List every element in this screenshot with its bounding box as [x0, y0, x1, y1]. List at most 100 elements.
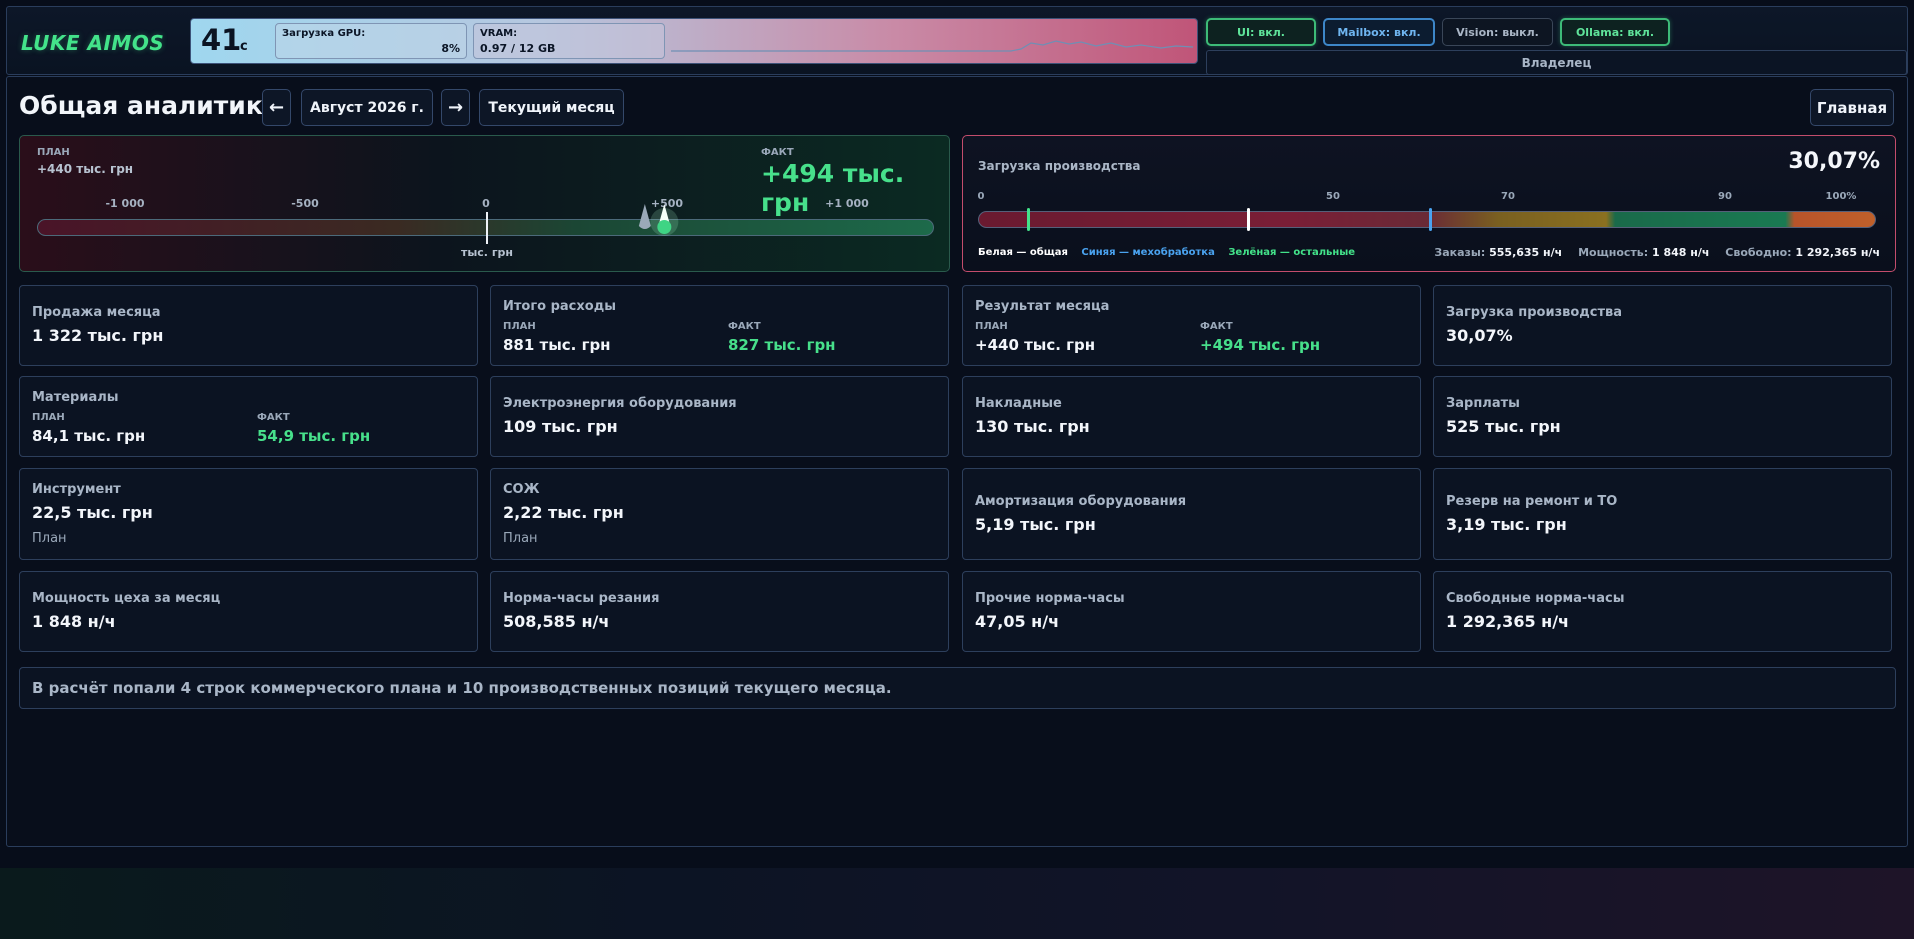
- vram-label: VRAM:: [480, 28, 518, 39]
- card-other-hours: Прочие норма-часы 47,05 н/ч: [962, 571, 1421, 652]
- plan-caption: ПЛАН: [503, 321, 536, 332]
- free-stat: Свободно: 1 292,365 н/ч: [1725, 246, 1880, 259]
- card-title: СОЖ: [503, 482, 540, 497]
- load-title: Загрузка производства: [978, 159, 1141, 173]
- plan-marker: [638, 204, 651, 229]
- fact-caption: ФАКТ: [728, 321, 761, 332]
- plan-value: 881 тыс. грн: [503, 336, 611, 354]
- period-selector[interactable]: Август 2026 г.: [301, 89, 433, 126]
- service-vision-toggle[interactable]: Vision: выкл.: [1442, 18, 1553, 46]
- marker-machining: [1429, 208, 1433, 231]
- card-title: Норма-часы резания: [503, 591, 660, 606]
- system-meter: 41 c Загрузка GPU: 8% VRAM: 0.97 / 12 GB: [190, 18, 1198, 64]
- card-value: 508,585 н/ч: [503, 612, 610, 631]
- card-title: Инструмент: [32, 482, 121, 497]
- app-logo[interactable]: LUKE AIMOS: [21, 31, 164, 55]
- card-title: Материалы: [32, 390, 119, 405]
- vram-box: VRAM: 0.97 / 12 GB: [473, 23, 665, 59]
- service-ui-toggle[interactable]: UI: вкл.: [1206, 18, 1316, 46]
- card-subtitle: План: [32, 531, 67, 546]
- card-title: Резерв на ремонт и ТО: [1446, 494, 1618, 509]
- plan-value: 84,1 тыс. грн: [32, 427, 146, 445]
- card-title: Результат месяца: [975, 299, 1110, 314]
- card-title: Свободные норма-часы: [1446, 591, 1625, 606]
- card-value: 1 292,365 н/ч: [1446, 612, 1570, 631]
- page-title: Общая аналитика: [19, 91, 280, 120]
- load-tick-label: 0: [977, 191, 985, 202]
- plan-caption: ПЛАН: [32, 412, 65, 423]
- service-ollama-toggle[interactable]: Ollama: вкл.: [1560, 18, 1670, 46]
- fact-caption: ФАКТ: [1200, 321, 1233, 332]
- orders-stat: Заказы: 555,635 н/ч: [1434, 246, 1562, 259]
- card-free-hours: Свободные норма-часы 1 292,365 н/ч: [1433, 571, 1892, 652]
- orders-label: Заказы:: [1434, 246, 1486, 259]
- service-vision-label: Vision: выкл.: [1456, 25, 1539, 39]
- load-tick-label: 70: [1501, 191, 1515, 202]
- vram-value: 0.97 / 12 GB: [480, 42, 556, 55]
- marker-other: [1026, 208, 1030, 231]
- gpu-load-box: Загрузка GPU: 8%: [275, 23, 467, 59]
- temperature-unit: c: [240, 39, 248, 54]
- card-coolant: СОЖ 2,22 тыс. грн План: [490, 468, 949, 560]
- plan-caption: ПЛАН: [975, 321, 1008, 332]
- card-value: 47,05 н/ч: [975, 612, 1060, 631]
- system-status-bar: LUKE AIMOS 41 c Загрузка GPU: 8% VRAM: 0…: [6, 6, 1908, 75]
- card-value: 3,19 тыс. грн: [1446, 515, 1567, 534]
- load-percent: 30,07%: [1788, 149, 1880, 174]
- card-depreciation: Амортизация оборудования 5,19 тыс. грн: [962, 468, 1421, 560]
- orders-value: 555,635 н/ч: [1489, 246, 1563, 259]
- card-title: Зарплаты: [1446, 396, 1520, 411]
- arrow-right-icon: →: [447, 97, 464, 118]
- gpu-load-label: Загрузка GPU:: [282, 28, 366, 39]
- home-button[interactable]: Главная: [1810, 89, 1894, 126]
- service-ollama-label: Ollama: вкл.: [1575, 25, 1655, 39]
- gpu-load-value: 8%: [441, 42, 460, 55]
- fact-value: 827 тыс. грн: [728, 336, 836, 354]
- card-value: 5,19 тыс. грн: [975, 515, 1096, 534]
- card-title: Амортизация оборудования: [975, 494, 1187, 509]
- card-value: 22,5 тыс. грн: [32, 503, 153, 522]
- plan-caption: ПЛАН: [37, 147, 70, 158]
- load-tick-label: 90: [1718, 191, 1732, 202]
- card-load: Загрузка производства 30,07%: [1433, 285, 1892, 366]
- card-expenses: Итого расходы ПЛАН 881 тыс. грн ФАКТ 827…: [490, 285, 949, 366]
- plan-value: +440 тыс. грн: [37, 162, 134, 176]
- gauge-unit: тыс. грн: [460, 246, 514, 259]
- free-label: Свободно:: [1725, 246, 1792, 259]
- card-value: 1 848 н/ч: [32, 612, 116, 631]
- load-track: [978, 211, 1876, 228]
- card-value: 109 тыс. грн: [503, 417, 618, 436]
- legend-blue: Синяя — мехобработка: [1081, 247, 1215, 258]
- card-title: Продажа месяца: [32, 305, 161, 320]
- user-role-badge[interactable]: Владелец: [1206, 50, 1907, 75]
- card-title: Итого расходы: [503, 299, 616, 314]
- service-ui-label: UI: вкл.: [1237, 25, 1285, 39]
- card-cutting-hours: Норма-часы резания 508,585 н/ч: [490, 571, 949, 652]
- card-value: 130 тыс. грн: [975, 417, 1090, 436]
- prev-month-button[interactable]: ←: [262, 89, 291, 126]
- card-materials: Материалы ПЛАН 84,1 тыс. грн ФАКТ 54,9 т…: [19, 376, 478, 457]
- service-mailbox-toggle[interactable]: Mailbox: вкл.: [1323, 18, 1435, 46]
- card-subtitle: План: [503, 531, 538, 546]
- service-mailbox-label: Mailbox: вкл.: [1337, 25, 1421, 39]
- temperature-readout: 41 c: [197, 21, 274, 61]
- card-result: Результат месяца ПЛАН +440 тыс. грн ФАКТ…: [962, 285, 1421, 366]
- calculation-note: В расчёт попали 4 строк коммерческого пл…: [19, 667, 1896, 709]
- legend-green: Зелёная — остальные: [1228, 247, 1356, 258]
- card-value: 1 322 тыс. грн: [32, 326, 164, 345]
- fact-caption: ФАКТ: [257, 412, 290, 423]
- capacity-label: Мощность:: [1578, 246, 1649, 259]
- fact-value: +494 тыс. грн: [1200, 336, 1321, 354]
- load-legend: Белая — общая Синяя — мехобработка Зелён…: [978, 247, 1365, 258]
- temperature-value: 41: [201, 23, 242, 57]
- load-tick-label: 100%: [1825, 191, 1857, 202]
- fact-caption: ФАКТ: [761, 147, 794, 158]
- next-month-button[interactable]: →: [441, 89, 470, 126]
- card-value: 30,07%: [1446, 326, 1513, 345]
- analytics-panel: Общая аналитика ← Август 2026 г. → Текущ…: [6, 76, 1908, 847]
- card-title: Накладные: [975, 396, 1062, 411]
- arrow-left-icon: ←: [268, 97, 285, 118]
- load-tick-label: 50: [1326, 191, 1340, 202]
- production-load-panel: Загрузка производства 30,07% 0 50 70 90 …: [962, 135, 1896, 272]
- current-month-button[interactable]: Текущий месяц: [479, 89, 624, 126]
